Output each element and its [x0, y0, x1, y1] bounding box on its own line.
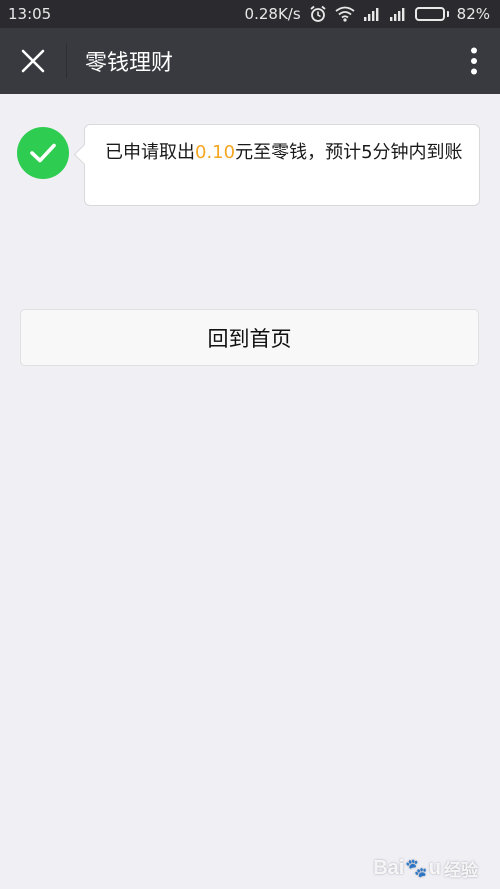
battery-percent: 82%: [456, 5, 490, 23]
battery-icon: [414, 7, 449, 21]
wifi-icon: [335, 6, 355, 22]
check-icon: [30, 143, 56, 163]
title-bar: 零钱理财: [0, 28, 500, 94]
alarm-icon: [309, 5, 327, 23]
close-icon: [21, 49, 45, 73]
status-time: 13:05: [8, 5, 52, 23]
status-icons: 0.28K/s 82%: [245, 5, 490, 23]
title-divider: [66, 44, 67, 78]
withdraw-amount: 0.10: [195, 142, 236, 163]
watermark-suffix: 经验: [444, 861, 478, 880]
notice-text-after: 元至零钱，预计5分钟内到账: [235, 142, 463, 163]
success-badge: [17, 127, 69, 179]
notice-bubble: 已申请取出0.10元至零钱，预计5分钟内到账: [84, 124, 480, 206]
close-button[interactable]: [0, 28, 66, 94]
back-to-home-button[interactable]: 回到首页: [20, 309, 479, 366]
more-button[interactable]: [448, 28, 500, 94]
baidu-jingyan-watermark: Bai 🐾 u 经验: [373, 856, 478, 881]
page-title: 零钱理财: [85, 51, 174, 76]
status-bar: 13:05 0.28K/s 82%: [0, 0, 500, 28]
notice-text-before: 已申请取出: [105, 142, 195, 163]
withdraw-notice: 已申请取出0.10元至零钱，预计5分钟内到账: [17, 124, 480, 206]
signal-icon: [389, 7, 407, 21]
paw-icon: 🐾: [405, 858, 428, 878]
network-speed: 0.28K/s: [244, 5, 301, 23]
watermark-brand-right: u: [428, 857, 441, 879]
signal-icon: [363, 7, 381, 21]
watermark-brand-left: Bai: [373, 857, 405, 879]
more-vertical-icon: [471, 47, 477, 75]
